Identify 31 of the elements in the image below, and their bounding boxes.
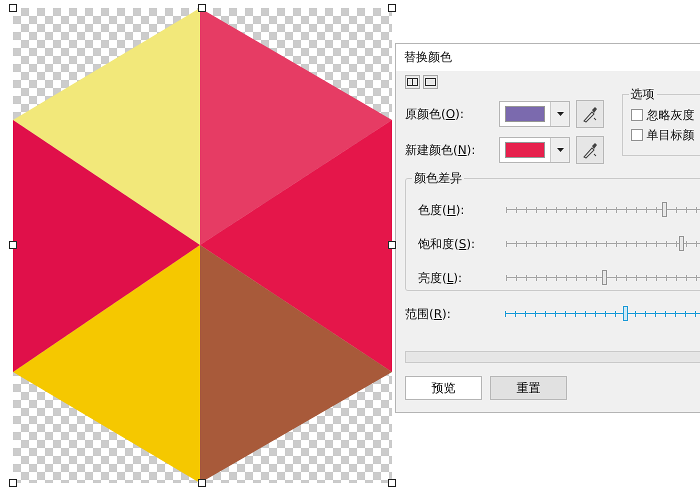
checkbox-label: 忽略灰度 (646, 106, 695, 124)
checkbox[interactable] (630, 129, 643, 141)
caret-icon (556, 112, 564, 116)
slider-label: 色度(H): (418, 202, 466, 218)
slider-thumb[interactable] (623, 306, 628, 321)
checkbox[interactable] (630, 109, 643, 121)
slider-thumb[interactable] (602, 270, 607, 285)
reset-button[interactable]: 重置 (490, 376, 567, 400)
single-view-button[interactable] (423, 75, 438, 89)
split-view-icon (407, 78, 418, 86)
slider-label: 范围(R): (405, 306, 452, 322)
single-view-icon (425, 78, 436, 86)
eyedropper-button[interactable] (576, 100, 604, 128)
eyedropper-icon (582, 141, 598, 159)
slider-thumb[interactable] (678, 236, 684, 251)
slider-label: 亮度(L): (418, 270, 464, 286)
group-title: 颜色差异 (412, 170, 464, 187)
caret-icon (556, 148, 564, 152)
preview-button[interactable]: 预览 (405, 376, 482, 400)
slider-label: 饱和度(S): (418, 236, 476, 252)
checkbox-label: 单目标颜 (646, 126, 695, 144)
color-label: 原颜色(O): (405, 106, 465, 122)
split-view-button[interactable] (405, 75, 420, 89)
slider-thumb[interactable] (662, 202, 668, 217)
dialog-title: 替换颜色 (396, 44, 700, 71)
color-picker[interactable] (499, 137, 570, 163)
eyedropper-button[interactable] (576, 136, 604, 164)
color-label: 新建颜色(N): (405, 142, 476, 158)
color-picker[interactable] (499, 101, 570, 127)
eyedropper-icon (582, 105, 598, 123)
group-title: 选项 (628, 86, 657, 103)
